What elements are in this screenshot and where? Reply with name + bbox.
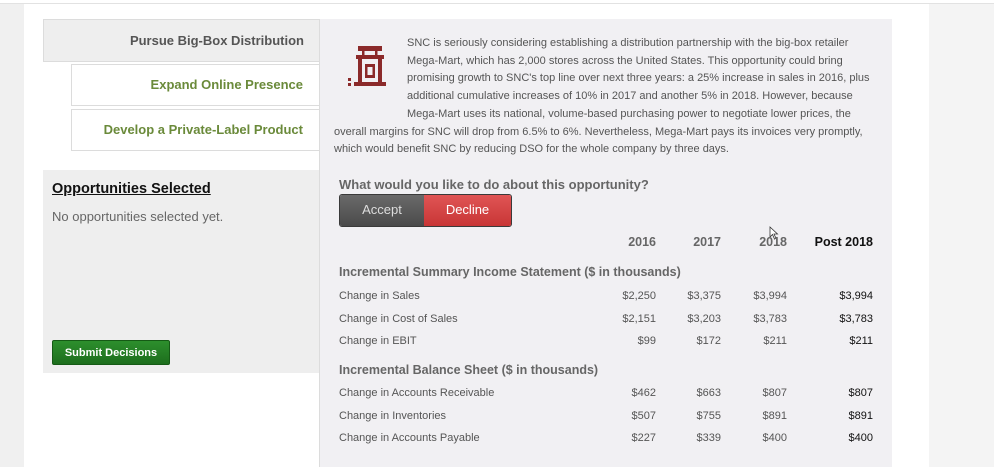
tab-pursue-big-box[interactable]: Pursue Big-Box Distribution <box>43 19 320 62</box>
column-header-2016: 2016 <box>628 235 656 249</box>
balance-sheet-title: Incremental Balance Sheet ($ in thousand… <box>339 363 599 377</box>
table-cell: $172 <box>696 335 721 347</box>
tab-private-label[interactable]: Develop a Private-Label Product <box>71 109 320 151</box>
row-label-change-in-sales: Change in Sales <box>339 290 420 302</box>
table-cell: $400 <box>848 432 873 444</box>
selected-opportunities-panel: Opportunities Selected No opportunities … <box>43 170 319 373</box>
income-statement-title: Incremental Summary Income Statement ($ … <box>339 265 681 279</box>
submit-decisions-button[interactable]: Submit Decisions <box>52 340 170 365</box>
table-cell: $891 <box>762 410 787 422</box>
opportunity-description: SNC is seriously considering establishin… <box>334 35 874 159</box>
table-cell: $3,783 <box>839 313 873 325</box>
row-label-change-in-accounts-receivable: Change in Accounts Receivable <box>339 387 495 399</box>
table-cell: $3,783 <box>753 313 787 325</box>
table-cell: $3,375 <box>687 290 721 302</box>
table-cell: $2,151 <box>622 313 656 325</box>
decision-button-group: Accept Decline <box>339 194 512 227</box>
table-cell: $99 <box>637 335 656 347</box>
accept-button[interactable]: Accept <box>340 195 424 226</box>
table-cell: $227 <box>631 432 656 444</box>
column-header-2018: 2018 <box>759 235 787 249</box>
table-cell: $211 <box>849 335 873 347</box>
decline-button[interactable]: Decline <box>424 195 511 226</box>
table-cell: $2,250 <box>622 290 656 302</box>
selected-empty-text: No opportunities selected yet. <box>52 209 224 224</box>
opportunity-detail-panel: SNC is seriously considering establishin… <box>319 19 892 467</box>
description-text: SNC is seriously considering establishin… <box>334 37 870 156</box>
table-cell: $211 <box>763 335 787 347</box>
decision-question: What would you like to do about this opp… <box>339 177 649 192</box>
table-cell: $891 <box>848 410 873 422</box>
table-cell: $3,994 <box>839 290 873 302</box>
table-cell: $339 <box>696 432 721 444</box>
table-cell: $400 <box>762 432 787 444</box>
selected-title: Opportunities Selected <box>52 181 211 197</box>
row-label-change-in-cost-of-sales: Change in Cost of Sales <box>339 313 458 325</box>
column-header-2017: 2017 <box>693 235 721 249</box>
table-cell: $755 <box>696 410 721 422</box>
column-header-post-2018: Post 2018 <box>814 235 873 249</box>
table-cell: $462 <box>631 387 656 399</box>
row-label-change-in-ebit: Change in EBIT <box>339 335 417 347</box>
row-label-change-in-accounts-payable: Change in Accounts Payable <box>339 432 480 444</box>
tab-expand-online[interactable]: Expand Online Presence <box>71 64 320 106</box>
table-cell: $507 <box>631 410 656 422</box>
table-cell: $807 <box>762 387 787 399</box>
table-cell: $3,994 <box>753 290 787 302</box>
table-cell: $807 <box>848 387 873 399</box>
logo-spacer <box>334 35 407 107</box>
table-cell: $3,203 <box>687 313 721 325</box>
row-label-change-in-inventories: Change in Inventories <box>339 410 447 422</box>
right-margin <box>929 4 994 467</box>
table-cell: $663 <box>696 387 721 399</box>
